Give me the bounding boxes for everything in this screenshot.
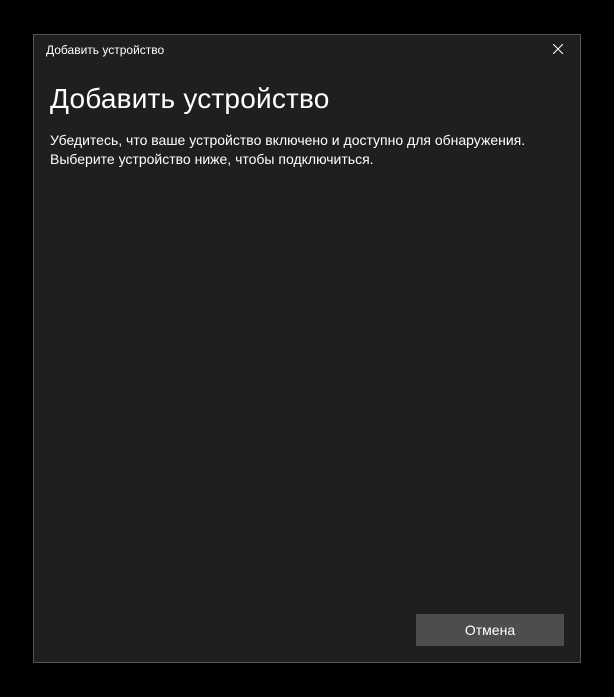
device-list-area [50,169,564,598]
dialog-content: Добавить устройство Убедитесь, что ваше … [34,65,580,614]
titlebar: Добавить устройство [34,35,580,65]
page-title: Добавить устройство [50,83,564,115]
cancel-button[interactable]: Отмена [416,614,564,646]
description-line-1: Убедитесь, что ваше устройство включено … [50,132,525,148]
close-button[interactable] [535,35,580,65]
description-text: Убедитесь, что ваше устройство включено … [50,131,564,169]
window-title: Добавить устройство [46,43,164,57]
close-icon [553,41,563,59]
add-device-dialog: Добавить устройство Добавить устройство … [33,34,581,663]
dialog-footer: Отмена [34,614,580,662]
description-line-2: Выберите устройство ниже, чтобы подключи… [50,151,374,167]
